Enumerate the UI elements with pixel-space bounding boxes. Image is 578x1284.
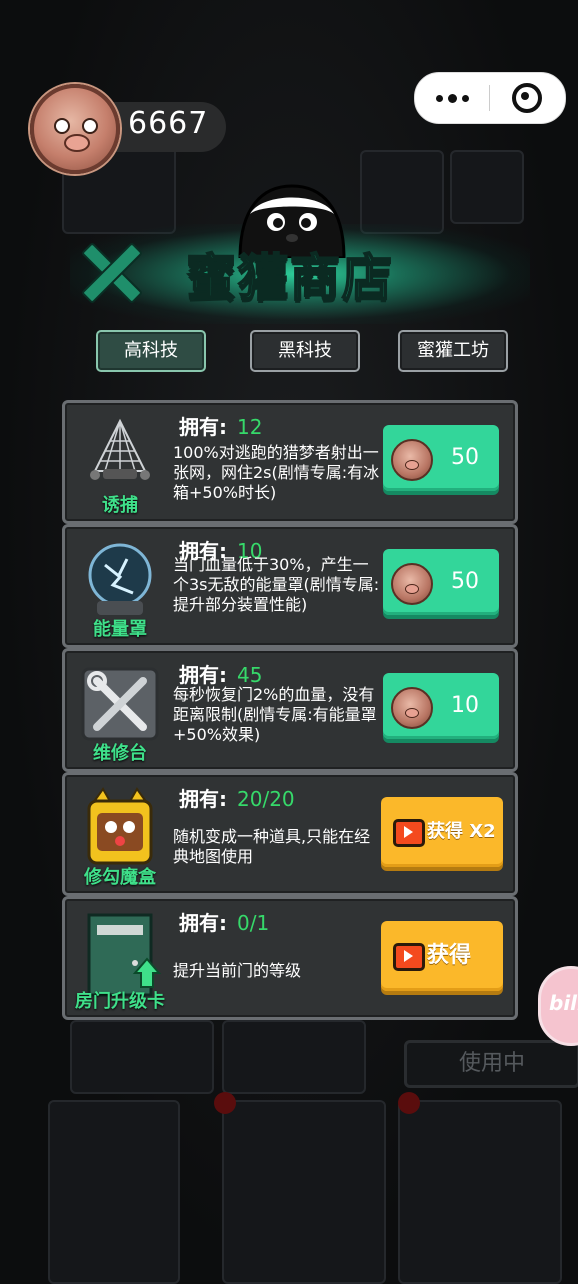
coin-icon	[391, 563, 433, 605]
bg-red-dot	[398, 1092, 420, 1114]
shop-title: 蜜獾商店	[185, 248, 394, 308]
bg-tile	[450, 150, 524, 224]
item-name: 房门升级卡	[75, 991, 165, 1012]
item-name: 能量罩	[93, 619, 147, 640]
video-ad-icon	[393, 819, 425, 847]
owned-count: 拥有: 0/1	[179, 911, 270, 935]
dog-magic-box-icon	[87, 787, 153, 865]
mini-program-capsule	[414, 72, 566, 124]
shop-item-repair-station: 维修台 拥有: 45 每秒恢复门2%的血量，没有距离限制(剧情专属:有能量罩+50…	[62, 648, 518, 772]
video-ad-icon	[393, 943, 425, 971]
bg-tile	[48, 1100, 180, 1284]
owned-count: 拥有: 12	[179, 415, 263, 439]
item-name: 诱捕	[102, 495, 138, 516]
coin-count: 6667	[128, 106, 209, 141]
bg-in-use-label: 使用中	[404, 1040, 578, 1088]
target-close-icon[interactable]	[490, 73, 564, 123]
buy-coin-button[interactable]: 10	[383, 673, 499, 739]
item-description: 随机变成一种道具,只能在经典地图使用	[173, 827, 371, 866]
bg-red-dot	[214, 1092, 236, 1114]
tab-black-tech[interactable]: 黑科技	[250, 330, 360, 372]
item-description: 100%对逃跑的猎梦者射出一张网，网住2s(剧情专属:有冰箱+50%时长)	[173, 443, 380, 502]
shop-item-door-upgrade-card: 房门升级卡 拥有: 0/1 提升当前门的等级 获得	[62, 896, 518, 1020]
energy-orb-icon	[88, 543, 152, 615]
item-description: 每秒恢复门2%的血量，没有距离限制(剧情专属:有能量罩+50%效果)	[173, 685, 377, 744]
bg-tile	[222, 1020, 366, 1094]
item-name: 维修台	[93, 743, 147, 764]
item-description: 提升当前门的等级	[173, 961, 302, 980]
shop-item-trap: 诱捕 拥有: 12 100%对逃跑的猎梦者射出一张网，网住2s(剧情专属:有冰箱+…	[62, 400, 518, 524]
coin-icon	[391, 687, 433, 729]
net-launcher-icon	[90, 418, 150, 480]
tab-high-tech[interactable]: 高科技	[96, 330, 206, 372]
bg-tile	[222, 1100, 386, 1284]
item-description: 当门血量低于30%，产生一个3s无敌的能量罩(剧情专属:提升部分装置性能)	[173, 555, 380, 614]
coin-icon	[391, 439, 433, 481]
tab-badger-workshop[interactable]: 蜜獾工坊	[398, 330, 508, 372]
buy-coin-button[interactable]: 50	[383, 549, 499, 615]
wrench-screwdriver-icon	[81, 667, 159, 741]
pig-avatar-icon[interactable]	[30, 84, 120, 174]
bg-tile	[360, 150, 444, 234]
shop-item-energy-shield: 能量罩 拥有: 10 当门血量低于30%，产生一个3s无敌的能量罩(剧情专属:提升…	[62, 524, 518, 648]
buy-coin-button[interactable]: 50	[383, 425, 499, 491]
owned-count: 拥有: 45	[179, 663, 263, 687]
more-dots-icon[interactable]	[415, 73, 489, 123]
get-x2-ad-button[interactable]: 获得 X2	[381, 797, 503, 867]
bg-tile	[398, 1100, 562, 1284]
get-ad-button[interactable]: 获得	[381, 921, 503, 991]
door-upgrade-icon	[87, 913, 162, 997]
owned-count: 拥有: 20/20	[179, 787, 295, 811]
item-name: 修勾魔盒	[84, 867, 156, 888]
bg-tile	[70, 1020, 214, 1094]
shop-item-dog-magic-box: 修勾魔盒 拥有: 20/20 随机变成一种道具,只能在经典地图使用 获得 X2	[62, 772, 518, 896]
close-x-icon[interactable]	[80, 240, 140, 300]
